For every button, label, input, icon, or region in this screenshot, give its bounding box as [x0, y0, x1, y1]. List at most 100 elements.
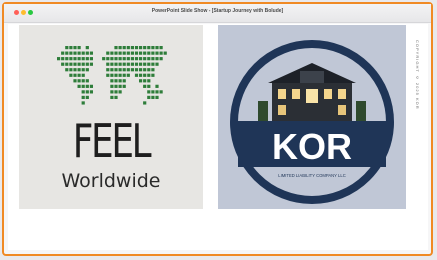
map-dot — [85, 84, 89, 88]
map-dot — [139, 79, 143, 83]
map-dot — [155, 46, 159, 50]
map-dot — [147, 57, 151, 61]
map-dot — [122, 68, 126, 72]
kor-subtitle-text: LIMITED LIABILITY COMPANY LLC — [278, 173, 346, 178]
feel-worldwide-logo-panel: FEEL Worldwide — [19, 25, 203, 209]
map-dot — [89, 57, 93, 61]
map-dot — [134, 57, 139, 61]
map-dot — [134, 73, 139, 77]
map-dot — [151, 62, 155, 66]
map-dot — [151, 68, 155, 72]
kor-seal-logo: KOR LIMITED LIABILITY COMPANY LLC — [230, 40, 394, 204]
map-dot — [155, 51, 159, 55]
map-dot — [147, 62, 151, 66]
map-dot — [139, 68, 143, 72]
map-dot — [155, 57, 159, 61]
map-dot — [85, 79, 89, 83]
map-dot — [122, 51, 126, 55]
map-dot — [81, 90, 85, 94]
map-dot — [69, 62, 73, 66]
map-dot — [151, 73, 155, 77]
map-dot — [126, 57, 130, 61]
map-dot — [114, 73, 118, 77]
map-dot — [69, 73, 73, 77]
map-dot — [122, 57, 126, 61]
map-dot — [139, 62, 143, 66]
map-dot — [159, 57, 163, 61]
map-dot — [81, 101, 85, 105]
map-dot — [73, 73, 77, 77]
map-dot — [143, 84, 147, 88]
map-dot — [89, 51, 93, 55]
map-dot — [118, 51, 122, 55]
map-dot — [130, 62, 134, 66]
map-dot — [110, 68, 114, 72]
map-dot — [118, 68, 122, 72]
map-dot — [139, 57, 143, 61]
map-dot — [65, 57, 69, 61]
map-dot — [69, 46, 73, 50]
side-note-text: COPYRIGHT © 2025 KOR — [415, 40, 420, 110]
map-dot — [61, 51, 65, 55]
map-dot — [147, 79, 151, 83]
map-dot — [155, 90, 159, 94]
map-dot — [139, 73, 143, 77]
map-dot — [73, 68, 77, 72]
map-dot — [143, 62, 147, 66]
map-dot — [73, 79, 77, 83]
map-dot — [130, 57, 134, 61]
map-dot — [163, 51, 167, 55]
map-dot — [151, 90, 155, 94]
map-dot — [143, 73, 147, 77]
map-dot — [134, 68, 139, 72]
map-dot — [114, 62, 118, 66]
title-bar: PowerPoint Slide Show - [Startup Journey… — [4, 4, 431, 23]
map-dot — [118, 79, 122, 83]
map-dot — [106, 68, 110, 72]
map-dot — [110, 90, 114, 94]
map-dot — [122, 84, 126, 88]
map-dot — [85, 57, 89, 61]
map-dot — [65, 51, 69, 55]
map-dot — [122, 62, 126, 66]
map-dot — [73, 46, 77, 50]
map-dot — [159, 46, 163, 50]
map-dot — [61, 57, 65, 61]
map-dot — [77, 62, 81, 66]
map-dot — [118, 62, 122, 66]
map-dot — [151, 51, 155, 55]
map-dot — [134, 46, 139, 50]
map-dot — [118, 84, 122, 88]
map-dot — [143, 68, 147, 72]
map-dot — [81, 84, 85, 88]
map-dot — [143, 57, 147, 61]
map-dot — [73, 62, 77, 66]
map-dot — [126, 51, 130, 55]
map-dot — [77, 46, 81, 50]
map-dot — [106, 51, 110, 55]
feel-logo-text: FEEL — [72, 114, 152, 168]
map-dot — [147, 68, 151, 72]
map-dot — [81, 51, 85, 55]
map-dot — [114, 68, 118, 72]
map-dot — [118, 57, 122, 61]
map-dot — [89, 62, 93, 66]
map-dot — [69, 68, 73, 72]
map-dot — [130, 68, 134, 72]
map-dot — [114, 51, 118, 55]
map-dot — [147, 46, 151, 50]
map-dot — [114, 46, 118, 50]
map-dot — [122, 46, 126, 50]
map-dot — [151, 46, 155, 50]
map-dot — [81, 62, 85, 66]
map-dot — [85, 46, 89, 50]
map-dot — [126, 62, 130, 66]
map-dot — [147, 51, 151, 55]
map-dot — [85, 51, 89, 55]
map-dot — [69, 57, 73, 61]
map-dot — [126, 73, 130, 77]
map-dot — [114, 79, 118, 83]
map-dot — [81, 95, 85, 100]
map-dot — [139, 51, 143, 55]
map-dot — [106, 73, 110, 77]
